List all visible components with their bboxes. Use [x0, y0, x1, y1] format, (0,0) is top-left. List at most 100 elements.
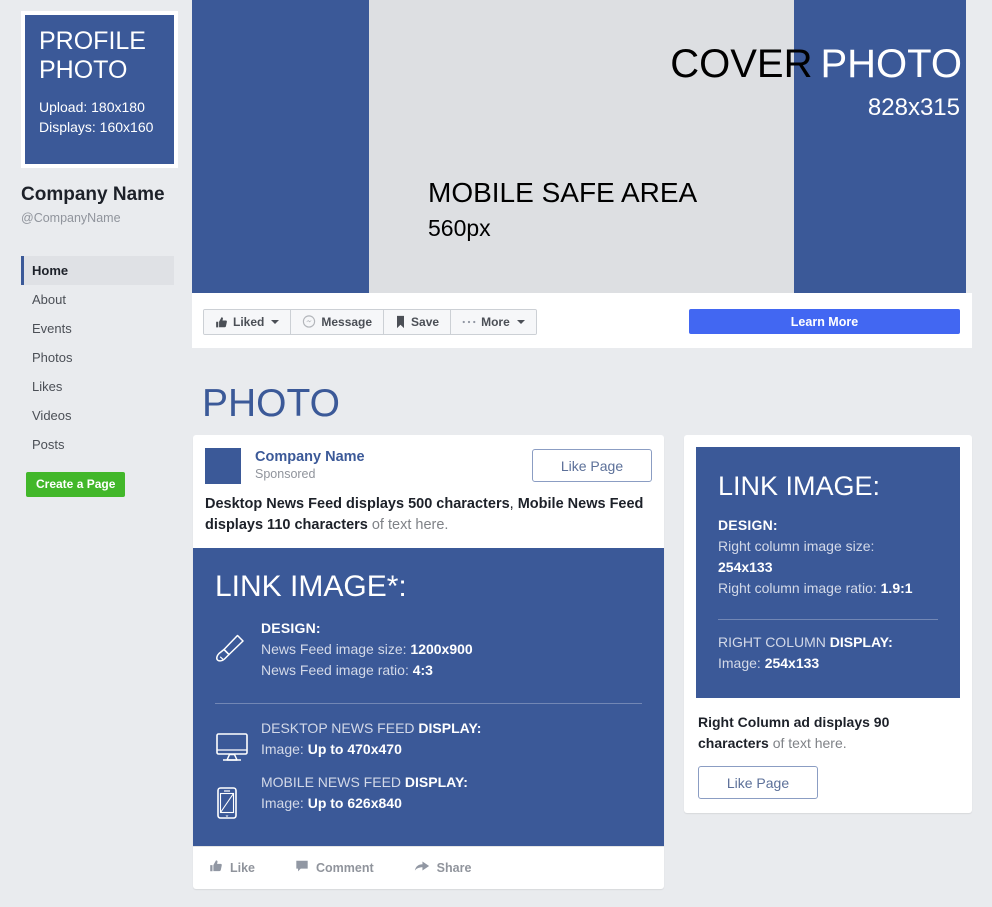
- right-design-spec-row: DESIGN: Right column image size: 254x133…: [696, 515, 960, 599]
- profile-photo-display-size: Displays: 160x160: [39, 119, 154, 135]
- desktop-display-label-prefix: DESKTOP NEWS FEED: [261, 720, 419, 736]
- chevron-down-icon: [271, 320, 280, 324]
- share-action[interactable]: Share: [414, 859, 472, 876]
- right-panel-divider: [718, 619, 938, 620]
- cover-band-left: [192, 0, 369, 293]
- right-column-display-image-value: 254x133: [764, 655, 820, 671]
- profile-photo-title-line1: PROFILE: [39, 27, 146, 55]
- liked-button[interactable]: Liked: [204, 310, 292, 334]
- news-feed-post-card: Company Name Sponsored Like Page Desktop…: [193, 435, 664, 889]
- news-feed-image-size-line: News Feed image size: 1200x900: [261, 639, 473, 660]
- post-footer-actions: Like Comment Share: [193, 846, 664, 889]
- news-feed-image-ratio-label: News Feed image ratio:: [261, 662, 413, 678]
- messenger-icon: [302, 315, 316, 329]
- right-design-label: DESIGN:: [718, 517, 778, 533]
- sidebar-nav: Home About Events Photos Likes Videos Po…: [21, 256, 174, 459]
- desktop-display-text: DESKTOP NEWS FEED DISPLAY: Image: Up to …: [261, 718, 481, 760]
- more-button-label: More: [481, 315, 510, 329]
- sidebar-item-videos[interactable]: Videos: [21, 401, 174, 430]
- right-column-image-size-value: 254x133: [718, 559, 773, 575]
- mobile-display-text: MOBILE NEWS FEED DISPLAY: Image: Up to 6…: [261, 772, 468, 814]
- message-button[interactable]: Message: [291, 310, 385, 334]
- comment-action[interactable]: Comment: [295, 859, 374, 876]
- mobile-display-image-label: Image:: [261, 795, 308, 811]
- sidebar-item-home[interactable]: Home: [21, 256, 174, 285]
- sidebar-item-events[interactable]: Events: [21, 314, 174, 343]
- share-arrow-icon: [414, 859, 430, 876]
- mobile-safe-area-width: 560px: [428, 215, 491, 241]
- news-feed-image-size-value: 1200x900: [410, 641, 473, 657]
- cover-photo: COVER PHOTO 828x315 MOBILE SAFE AREA 560…: [192, 0, 966, 293]
- page-title: Company Name: [21, 184, 165, 205]
- profile-photo-specs: Upload: 180x180 Displays: 160x160: [39, 97, 160, 137]
- desktop-display-label: DESKTOP NEWS FEED DISPLAY:: [261, 718, 481, 739]
- post-header: Company Name Sponsored Like Page: [193, 435, 664, 492]
- right-design-spec-text: DESIGN: Right column image size: 254x133…: [718, 515, 913, 599]
- like-action-label: Like: [230, 860, 256, 875]
- sidebar-item-about[interactable]: About: [21, 285, 174, 314]
- news-feed-image-ratio-value: 4:3: [412, 662, 433, 678]
- news-feed-image-ratio-line: News Feed image ratio: 4:3: [261, 660, 473, 681]
- like-page-button[interactable]: Like Page: [532, 449, 652, 482]
- create-a-page-button[interactable]: Create a Page: [26, 472, 126, 497]
- mobile-display-label: MOBILE NEWS FEED DISPLAY:: [261, 772, 468, 793]
- right-column-image-ratio-value: 1.9:1: [880, 580, 913, 596]
- mobile-safe-area-label: MOBILE SAFE AREA: [428, 177, 698, 208]
- desktop-display-image-label: Image:: [261, 741, 308, 757]
- comment-action-label: Comment: [316, 860, 374, 875]
- right-column-display-label-strong: DISPLAY:: [829, 634, 893, 650]
- comment-icon: [295, 859, 309, 876]
- thumbs-up-icon: [209, 859, 223, 876]
- paintbrush-icon: [215, 618, 261, 666]
- sidebar-item-posts[interactable]: Posts: [21, 430, 174, 459]
- like-page-button-right[interactable]: Like Page: [698, 766, 818, 799]
- message-button-label: Message: [321, 315, 373, 329]
- desktop-display-row: DESKTOP NEWS FEED DISPLAY: Image: Up to …: [193, 718, 664, 762]
- desktop-monitor-icon: [215, 718, 261, 762]
- page-button-group: Liked Message Save More: [203, 309, 537, 335]
- share-action-label: Share: [436, 860, 472, 875]
- right-column-display-image-line: Image: 254x133: [718, 653, 893, 674]
- mobile-phone-icon: [215, 772, 261, 820]
- more-button[interactable]: More: [451, 310, 536, 334]
- sidebar-item-likes[interactable]: Likes: [21, 372, 174, 401]
- mobile-display-image-value: Up to 626x840: [307, 795, 402, 811]
- sidebar-item-photos[interactable]: Photos: [21, 343, 174, 372]
- desktop-display-image-value: Up to 470x470: [307, 741, 402, 757]
- cover-photo-title: COVER PHOTO: [670, 42, 962, 87]
- right-column-display-row: RIGHT COLUMN DISPLAY: Image: 254x133: [696, 632, 960, 674]
- cover-title-word-cover: COVER: [670, 42, 813, 86]
- mobile-display-label-strong: DISPLAY:: [404, 774, 468, 790]
- design-spec-row: DESIGN: News Feed image size: 1200x900 N…: [193, 618, 664, 681]
- desktop-display-image-line: Image: Up to 470x470: [261, 739, 481, 760]
- post-body-copy: Desktop News Feed displays 500 character…: [193, 492, 664, 548]
- avatar: [205, 448, 241, 484]
- news-feed-image-size-label: News Feed image size:: [261, 641, 411, 657]
- like-action[interactable]: Like: [209, 859, 255, 876]
- profile-photo-placeholder: PROFILE PHOTO Upload: 180x180 Displays: …: [21, 11, 178, 168]
- right-column-display-text: RIGHT COLUMN DISPLAY: Image: 254x133: [718, 632, 893, 674]
- page-handle: @CompanyName: [21, 211, 121, 225]
- cover-dimensions-label: 828x315: [867, 94, 960, 121]
- post-copy-trailing-text: of text here.: [367, 517, 449, 533]
- link-image-info-panel: LINK IMAGE*: DESIGN: News Feed image siz…: [193, 548, 664, 846]
- panel-divider: [215, 703, 642, 704]
- post-sponsored-label: Sponsored: [255, 467, 316, 481]
- page-action-bar: Liked Message Save More Learn More: [192, 293, 972, 348]
- learn-more-cta-button[interactable]: Learn More: [689, 309, 960, 334]
- right-column-image-ratio-label: Right column image ratio:: [718, 580, 881, 596]
- right-column-image-size-value-line: 254x133: [718, 557, 913, 578]
- right-column-display-label-prefix: RIGHT COLUMN: [718, 634, 830, 650]
- post-header-text: Company Name Sponsored: [255, 448, 365, 481]
- save-button-label: Save: [411, 315, 440, 329]
- thumbs-up-icon: [215, 316, 228, 329]
- right-column-display-label: RIGHT COLUMN DISPLAY:: [718, 632, 893, 653]
- right-column-body-copy: Right Column ad displays 90 characters o…: [696, 698, 960, 754]
- cover-title-word-photo: PHOTO: [820, 42, 962, 86]
- post-author-name[interactable]: Company Name: [255, 449, 365, 465]
- link-image-panel-title: LINK IMAGE*:: [215, 570, 407, 603]
- save-button[interactable]: Save: [384, 310, 452, 334]
- mobile-display-label-prefix: MOBILE NEWS FEED: [261, 774, 405, 790]
- post-copy-separator: ,: [509, 496, 518, 512]
- ellipsis-icon: [462, 319, 476, 325]
